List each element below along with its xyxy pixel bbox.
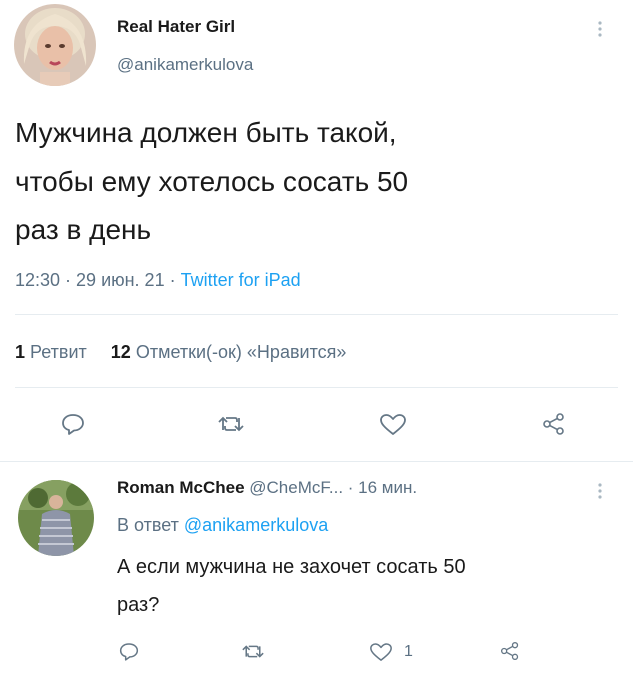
reply-author-avatar[interactable] bbox=[18, 480, 94, 556]
reply-retweet-icon[interactable] bbox=[242, 643, 264, 660]
tweet-meta: 12:30 · 29 июн. 21 · Twitter for iPad bbox=[15, 270, 301, 291]
reply-author-name[interactable]: Roman McChee bbox=[117, 478, 245, 497]
reply-header: Roman McChee @CheMcF... · 16 мин. bbox=[117, 478, 417, 498]
reply-more-options-icon[interactable] bbox=[597, 482, 603, 500]
reply-to-handle[interactable]: @anikamerkulova bbox=[184, 515, 328, 535]
reply-share-icon[interactable] bbox=[500, 641, 520, 661]
author-name[interactable]: Real Hater Girl bbox=[117, 17, 235, 37]
retweets-count: 1 bbox=[15, 342, 26, 362]
reply-text-line-1: А если мужчина не захочет сосать 50 bbox=[117, 556, 466, 578]
tweet-text-line-2: чтобы ему хотелось сосать 50 bbox=[15, 166, 409, 197]
reply-text-line-2: раз? bbox=[117, 594, 160, 616]
author-handle[interactable]: @anikamerkulova bbox=[117, 55, 253, 75]
divider bbox=[15, 314, 618, 315]
retweets-label: Ретвит bbox=[30, 342, 87, 362]
likes-label: Отметки(-ок) «Нравится» bbox=[135, 342, 347, 362]
tweet-text-line-3: раз в день bbox=[15, 214, 152, 245]
reply-to-line: В ответ @anikamerkulova bbox=[117, 515, 328, 536]
like-icon[interactable] bbox=[380, 414, 406, 436]
tweet-text-line-1: Мужчина должен быть такой, bbox=[15, 117, 397, 148]
reply-timestamp: · 16 мин. bbox=[347, 478, 418, 497]
likes-count: 12 bbox=[110, 342, 131, 362]
reply-like-count: 1 bbox=[404, 643, 413, 660]
more-options-icon[interactable] bbox=[597, 20, 603, 38]
avatar-image bbox=[14, 4, 96, 86]
retweet-stat[interactable]: 1 Ретвит bbox=[15, 342, 87, 362]
divider bbox=[0, 461, 633, 462]
reply-reply-icon[interactable] bbox=[119, 642, 139, 661]
divider bbox=[15, 387, 618, 388]
reply-to-prefix: В ответ bbox=[117, 515, 184, 535]
avatar-image bbox=[18, 480, 94, 556]
tweet-source[interactable]: Twitter for iPad bbox=[181, 270, 301, 290]
reply-like-icon[interactable] bbox=[370, 643, 392, 662]
reply-author-handle[interactable]: @CheMcF... bbox=[249, 478, 343, 497]
share-icon[interactable] bbox=[542, 412, 566, 436]
tweet-timestamp: 12:30 · 29 июн. 21 · bbox=[15, 270, 181, 290]
tweet-stats: 1 Ретвит 12 Отметки(-ок) «Нравится» bbox=[15, 342, 346, 363]
reply-icon[interactable] bbox=[61, 413, 85, 435]
retweet-icon[interactable] bbox=[218, 414, 244, 434]
author-avatar[interactable] bbox=[14, 4, 96, 86]
likes-stat[interactable]: 12 Отметки(-ок) «Нравится» bbox=[111, 342, 347, 362]
